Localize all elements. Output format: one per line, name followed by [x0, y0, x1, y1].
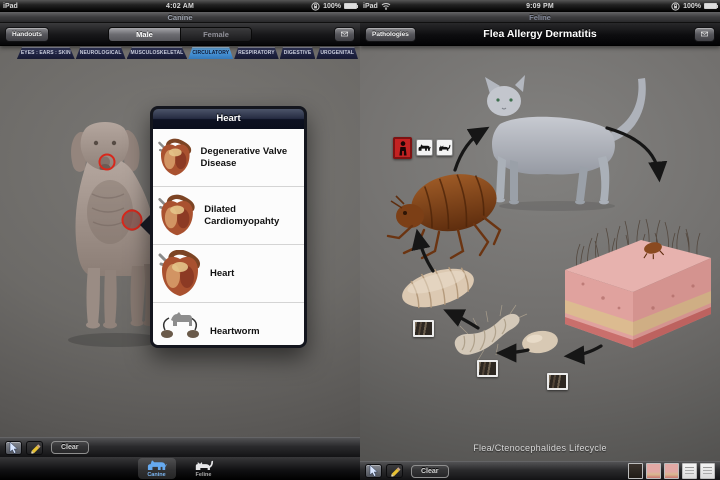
clear-button[interactable]: Clear: [411, 465, 449, 478]
page-thumbnails: [628, 463, 715, 479]
battery-percent-label: 100%: [323, 3, 341, 10]
pencil-tool-button[interactable]: [386, 464, 403, 478]
list-item-dilated-cardiomyopathy[interactable]: Dilated Cardiomyopahty: [153, 187, 304, 245]
heart-illustration-icon: [157, 250, 203, 298]
lifecycle-illustration: [360, 46, 720, 461]
status-bar: iPad 4:02 AM 100%: [0, 0, 360, 12]
larva-photo-thumbnail[interactable]: [477, 360, 498, 377]
tab-circulatory[interactable]: CIRCULATORY: [188, 47, 233, 59]
tab-urogenital[interactable]: UROGENITAL: [316, 47, 358, 59]
pupa-illustration: [397, 260, 478, 316]
cat-host-illustration: [485, 75, 646, 211]
tab-musculoskeletal[interactable]: MUSCULOSKELETAL: [127, 47, 188, 59]
main-toolbar: Handouts Male Female: [0, 23, 360, 46]
pencil-icon: [389, 465, 401, 477]
envelope-icon: [341, 30, 348, 38]
diagram-caption: Flea/Ctenocephalides Lifecycle: [360, 443, 720, 453]
clock-label: 4:02 AM: [93, 3, 267, 10]
tab-respiratory[interactable]: RESPIRATORY: [234, 47, 279, 59]
battery-percent-label: 100%: [683, 3, 701, 10]
skin-cross-section-illustration: [565, 219, 711, 348]
list-item-label: Degenerative Valve Disease: [194, 146, 300, 169]
status-bar: iPad 9:09 PM 100%: [360, 0, 720, 12]
tab-feline-label: Feline: [196, 472, 212, 478]
popup-list: Degenerative Valve Disease Dilated Cardi…: [153, 129, 304, 345]
pupa-photo-thumbnail[interactable]: [413, 320, 434, 337]
tab-digestive[interactable]: DIGESTIVE: [280, 47, 316, 59]
heart-popup: Heart Degenerative Valve Disease: [150, 106, 307, 348]
annotation-toolbar: Clear: [360, 461, 720, 480]
adult-flea-illustration: [388, 168, 501, 258]
main-toolbar: Pathologies Flea Allergy Dermatitis: [360, 23, 720, 46]
clear-button[interactable]: Clear: [51, 441, 89, 454]
thumbnail-skin-section[interactable]: [646, 463, 661, 479]
host-badge-cat[interactable]: [436, 139, 453, 156]
pencil-tool-button[interactable]: [26, 441, 43, 455]
tab-canine[interactable]: Canine: [138, 458, 176, 479]
email-button[interactable]: [334, 27, 355, 42]
flea-lifecycle-diagram: Flea/Ctenocephalides Lifecycle: [360, 46, 720, 461]
list-item-heartworm[interactable]: Heartworm: [153, 303, 304, 345]
tab-eyes-ears-skin[interactable]: EYES : EARS : SKIN: [17, 47, 75, 59]
thumbnail-handout-page-2[interactable]: [700, 463, 715, 479]
pencil-icon: [29, 442, 41, 454]
envelope-icon: [701, 30, 708, 38]
pathology-title: Flea Allergy Dermatitis: [410, 28, 670, 40]
cat-icon: [194, 459, 214, 471]
list-item-heart[interactable]: Heart: [153, 245, 304, 303]
thumbnail-lifecycle-diagram[interactable]: [628, 463, 643, 479]
pointer-tool-button[interactable]: [365, 464, 382, 478]
handouts-button[interactable]: Handouts: [5, 27, 49, 42]
tab-neurological[interactable]: NEUROLOGICAL: [76, 47, 126, 59]
tab-feline[interactable]: Feline: [185, 458, 223, 479]
host-badge-human[interactable]: [393, 137, 412, 159]
dog-icon: [147, 459, 167, 471]
list-item-label: Heart: [203, 268, 234, 279]
egg-photo-thumbnail[interactable]: [547, 373, 568, 390]
battery-icon: [344, 3, 357, 9]
thumbnail-skin-section-detail[interactable]: [664, 463, 679, 479]
nav-title: Feline: [360, 12, 720, 23]
segment-male[interactable]: Male: [109, 28, 180, 41]
annotation-toolbar: Clear: [0, 437, 360, 457]
canine-app-pane: iPad 4:02 AM 100% Canine Handouts Male F…: [0, 0, 360, 480]
host-badge-dog[interactable]: [416, 139, 433, 156]
gender-segmented-control: Male Female: [108, 27, 252, 42]
dual-ipad-screenshot: iPad 4:02 AM 100% Canine Handouts Male F…: [0, 0, 720, 480]
thumbnail-handout-page[interactable]: [682, 463, 697, 479]
dog-icon: [418, 143, 431, 152]
tab-canine-label: Canine: [147, 472, 165, 478]
popup-pointer-arrow: [140, 214, 151, 236]
carrier-label: iPad: [3, 3, 18, 10]
segment-female[interactable]: Female: [180, 28, 251, 41]
battery-icon: [704, 3, 717, 9]
list-item-label: Dilated Cardiomyopahty: [197, 204, 300, 227]
canine-content: EYES : EARS : SKIN NEUROLOGICAL MUSCULOS…: [0, 46, 360, 437]
list-item-label: Heartworm: [203, 326, 260, 337]
pathologies-button[interactable]: Pathologies: [365, 27, 416, 42]
feline-app-pane: iPad 9:09 PM 100% Feline Pathologies: [360, 0, 720, 480]
cat-icon: [438, 143, 451, 152]
species-tab-bar: Canine Feline: [0, 457, 360, 480]
orientation-lock-icon: [311, 2, 320, 11]
list-item-degenerative-valve-disease[interactable]: Degenerative Valve Disease: [153, 129, 304, 187]
orientation-lock-icon: [671, 2, 680, 11]
nav-title: Canine: [0, 12, 360, 23]
clock-label: 9:09 PM: [453, 3, 627, 10]
cursor-icon: [369, 465, 379, 477]
email-button[interactable]: [694, 27, 715, 42]
pointer-tool-button[interactable]: [5, 441, 22, 455]
human-icon: [398, 141, 408, 156]
carrier-label: iPad: [363, 3, 378, 10]
cursor-icon: [9, 442, 19, 454]
popup-title: Heart: [153, 109, 304, 129]
heart-illustration-icon: [157, 134, 194, 182]
category-tab-strip: EYES : EARS : SKIN NEUROLOGICAL MUSCULOS…: [16, 47, 358, 59]
lifecycle-illustration-icon: [157, 308, 203, 346]
wifi-icon: [381, 2, 391, 10]
heart-illustration-icon: [157, 192, 197, 240]
